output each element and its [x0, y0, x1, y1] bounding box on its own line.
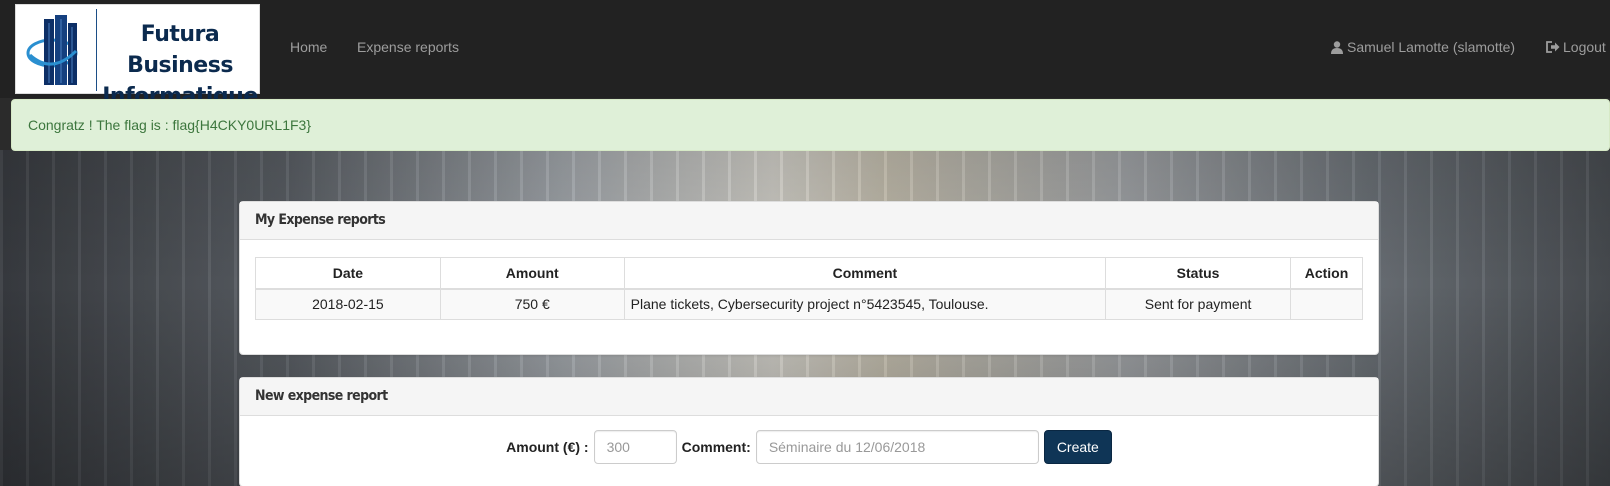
- cell-comment: Plane tickets, Cybersecurity project n°5…: [623, 288, 1107, 320]
- create-button[interactable]: Create: [1043, 430, 1112, 464]
- nav-user-name: Samuel Lamotte (slamotte): [1347, 39, 1516, 55]
- panel-title: My Expense reports: [240, 202, 1378, 240]
- cell-amount: 750 €: [439, 288, 625, 320]
- cell-status: Sent for payment: [1105, 288, 1291, 320]
- cell-action: [1290, 288, 1363, 320]
- amount-input[interactable]: [593, 430, 677, 464]
- table-row: 2018-02-15 750 € Plane tickets, Cybersec…: [255, 288, 1363, 320]
- comment-input[interactable]: [755, 430, 1039, 464]
- success-alert: Congratz ! The flag is : flag{H4CKY0URL1…: [11, 99, 1610, 151]
- building-logo-icon: [26, 15, 78, 85]
- user-icon: [1331, 40, 1343, 54]
- cell-date: 2018-02-15: [255, 288, 441, 320]
- table-header-row: Date Amount Comment Status Action: [255, 257, 1363, 290]
- column-header-status: Status: [1105, 257, 1291, 290]
- nav-expense-reports-link[interactable]: Expense reports: [357, 39, 459, 55]
- expense-reports-panel: My Expense reports Date Amount Comment S…: [239, 201, 1379, 355]
- nav-user-link[interactable]: Samuel Lamotte (slamotte): [1331, 39, 1515, 55]
- column-header-comment: Comment: [623, 257, 1107, 290]
- navbar: Futura Business Informatique Home Expens…: [0, 0, 1610, 109]
- nav-logout-link[interactable]: Logout: [1546, 39, 1606, 55]
- logo-divider: [96, 9, 97, 91]
- comment-label: Comment:: [681, 439, 751, 455]
- alert-message: Congratz ! The flag is : flag{H4CKY0URL1…: [28, 117, 312, 133]
- logo-line-1: Futura Business: [127, 22, 233, 78]
- company-logo[interactable]: Futura Business Informatique: [15, 4, 260, 109]
- nav-home-link[interactable]: Home: [290, 39, 327, 55]
- new-expense-form: Amount (€) : Comment: Create: [240, 430, 1378, 464]
- expense-reports-table: Date Amount Comment Status Action 2018-0…: [255, 257, 1363, 320]
- column-header-date: Date: [255, 257, 441, 290]
- amount-label: Amount (€) :: [506, 439, 589, 455]
- nav-logout-label: Logout: [1563, 39, 1606, 55]
- panel-title: New expense report: [240, 378, 1378, 416]
- logout-icon: [1546, 41, 1560, 53]
- column-header-action: Action: [1290, 257, 1363, 290]
- new-expense-panel: New expense report Amount (€) : Comment:…: [239, 377, 1379, 486]
- column-header-amount: Amount: [439, 257, 625, 290]
